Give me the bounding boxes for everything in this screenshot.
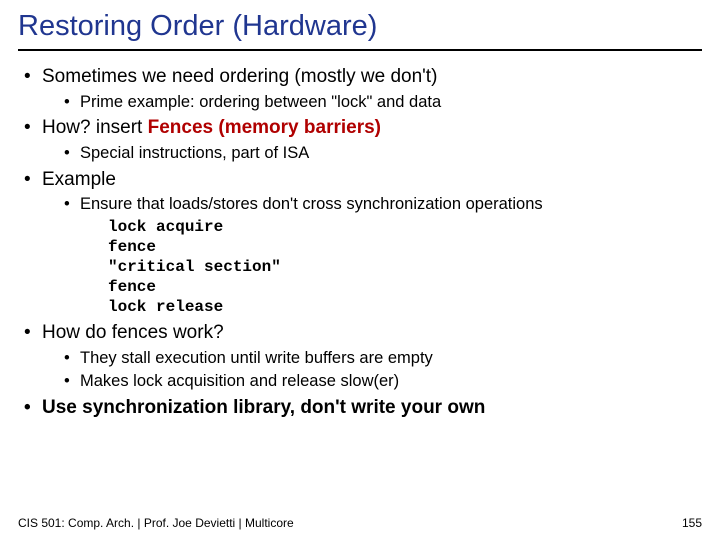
code-line-1: lock acquire — [108, 217, 702, 237]
code-block: lock acquire fence "critical section" fe… — [80, 217, 702, 317]
bullet-2-highlight: Fences (memory barriers) — [148, 117, 381, 138]
code-line-4: fence — [108, 277, 702, 297]
bullet-3: Example Ensure that loads/stores don't c… — [24, 168, 702, 317]
slide-title: Restoring Order (Hardware) — [18, 10, 702, 51]
bullet-2-pre: How? insert — [42, 117, 148, 138]
bullet-3-1-text: Ensure that loads/stores don't cross syn… — [80, 195, 543, 213]
bullet-1-1: Prime example: ordering between "lock" a… — [64, 92, 702, 113]
bullet-list: Sometimes we need ordering (mostly we do… — [18, 65, 702, 421]
bullet-4-text: How do fences work? — [42, 322, 224, 343]
bullet-1: Sometimes we need ordering (mostly we do… — [24, 65, 702, 112]
bullet-1-text: Sometimes we need ordering (mostly we do… — [42, 66, 437, 87]
code-line-5: lock release — [108, 297, 702, 317]
code-line-3: "critical section" — [108, 257, 702, 277]
bullet-3-text: Example — [42, 169, 116, 190]
footer-page-number: 155 — [682, 516, 702, 530]
footer: CIS 501: Comp. Arch. | Prof. Joe Deviett… — [18, 516, 702, 530]
bullet-2-1: Special instructions, part of ISA — [64, 143, 702, 164]
bullet-3-1: Ensure that loads/stores don't cross syn… — [64, 194, 702, 317]
bullet-4-2: Makes lock acquisition and release slow(… — [64, 371, 702, 392]
bullet-2: How? insert Fences (memory barriers) Spe… — [24, 116, 702, 163]
bullet-4-1: They stall execution until write buffers… — [64, 348, 702, 369]
footer-left: CIS 501: Comp. Arch. | Prof. Joe Deviett… — [18, 516, 294, 530]
bullet-4: How do fences work? They stall execution… — [24, 321, 702, 392]
code-line-2: fence — [108, 237, 702, 257]
bullet-5: Use synchronization library, don't write… — [24, 396, 702, 421]
